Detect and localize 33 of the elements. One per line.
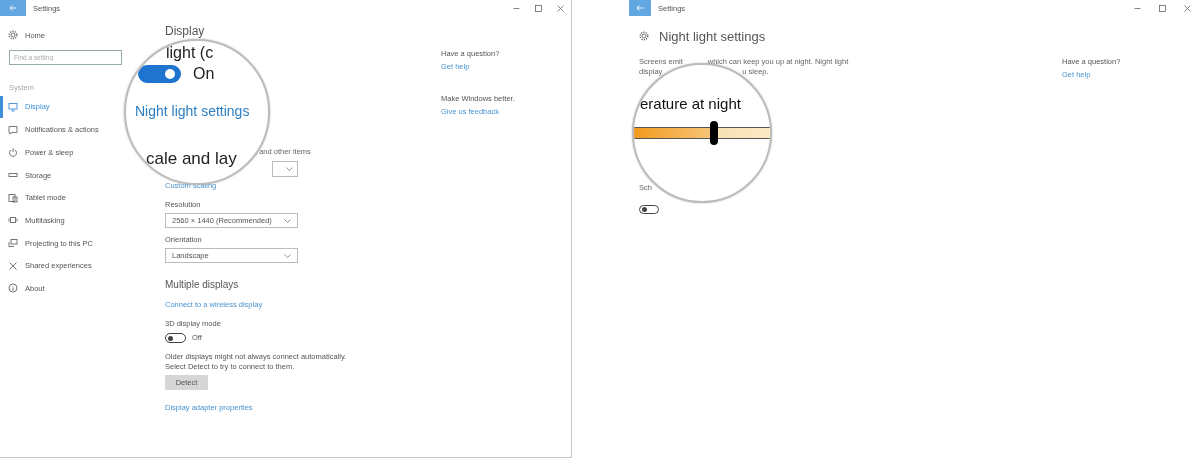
info-icon [8, 283, 18, 294]
link[interactable]: Night light settings [135, 103, 250, 119]
page-title: Night light settings [659, 28, 766, 44]
toggle-switch[interactable] [639, 205, 659, 214]
chevron-icon [286, 167, 293, 171]
maximize-icon[interactable] [1159, 4, 1166, 12]
toggle-label: On [193, 65, 215, 83]
toggle-switch[interactable] [165, 333, 186, 343]
section-heading: Multiple displays [165, 279, 239, 291]
drive-icon [8, 170, 18, 180]
chevron-icon [284, 253, 291, 258]
page-title: Display [165, 24, 205, 38]
tablet-icon [8, 192, 18, 203]
power-icon [8, 147, 18, 158]
windows-icon [8, 215, 18, 226]
toggle-switch[interactable] [138, 65, 181, 83]
gear-icon [8, 30, 18, 40]
maximize-icon[interactable] [534, 4, 542, 12]
monitor-icon [8, 101, 18, 112]
zoomed-text: erature at night [640, 95, 741, 113]
back-arrow-icon [9, 5, 17, 11]
close-icon[interactable] [556, 4, 564, 12]
screens-icon [8, 238, 18, 249]
slider-thumb[interactable] [710, 121, 719, 145]
chevron-icon [284, 218, 291, 223]
message-icon [8, 124, 18, 135]
close-icon[interactable] [1184, 4, 1191, 12]
zoomed-text: light (c [166, 44, 214, 62]
gear-icon [639, 31, 649, 41]
cross-arrows-icon [8, 260, 18, 271]
zoomed-text: cale and lay [146, 149, 237, 169]
back-arrow-icon [636, 5, 644, 11]
dropdown[interactable] [272, 161, 298, 177]
